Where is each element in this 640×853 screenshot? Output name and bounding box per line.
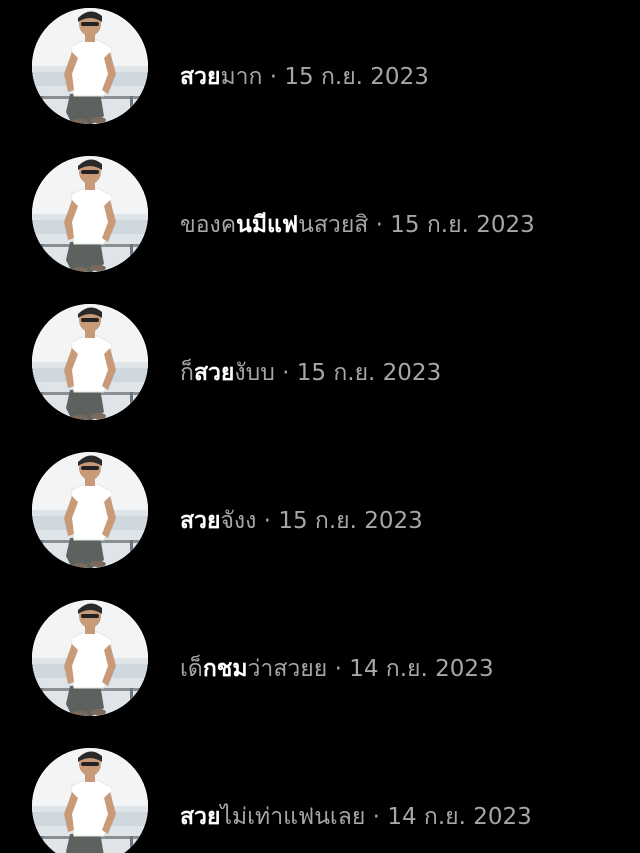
result-item[interactable]: สวยมาก · 15 ก.ย. 2023 xyxy=(0,0,640,148)
text-before-match: ก็ xyxy=(180,360,194,386)
result-date: 15 ก.ย. 2023 xyxy=(296,360,442,386)
text-after-match: งับบ xyxy=(234,360,275,386)
result-text: สวยจังง · 15 ก.ย. 2023 xyxy=(180,506,423,536)
separator-dot: · xyxy=(365,804,388,830)
text-before-match: ของค xyxy=(180,212,237,238)
avatar[interactable] xyxy=(32,748,148,853)
result-item[interactable]: สวยไม่เท่าแฟนเลย · 14 ก.ย. 2023 xyxy=(0,740,640,853)
profile-photo xyxy=(32,748,148,853)
result-date: 15 ก.ย. 2023 xyxy=(284,64,429,90)
profile-photo xyxy=(32,8,148,124)
matched-text: นมีแฟ xyxy=(236,212,299,238)
text-before-match: เด็ xyxy=(180,656,203,682)
result-date: 15 ก.ย. 2023 xyxy=(390,212,535,238)
result-text: ก็สวยงับบ · 15 ก.ย. 2023 xyxy=(180,358,441,388)
matched-text: สวย xyxy=(180,64,221,90)
avatar[interactable] xyxy=(32,156,148,272)
separator-dot: · xyxy=(262,64,285,90)
result-item[interactable]: เด็กชมว่าสวยย · 14 ก.ย. 2023 xyxy=(0,592,640,740)
text-after-match: จังง xyxy=(220,508,257,534)
avatar[interactable] xyxy=(32,600,148,716)
result-date: 14 ก.ย. 2023 xyxy=(387,804,532,830)
matched-text: สวย xyxy=(193,360,235,386)
profile-photo xyxy=(32,452,148,568)
profile-photo xyxy=(32,600,148,716)
text-after-match: ว่าสวยย xyxy=(247,656,328,682)
text-after-match: นสวยสิ xyxy=(298,212,369,238)
matched-text: กชม xyxy=(202,656,248,682)
profile-photo xyxy=(32,156,148,272)
result-text: สวยไม่เท่าแฟนเลย · 14 ก.ย. 2023 xyxy=(180,802,532,832)
result-text: สวยมาก · 15 ก.ย. 2023 xyxy=(180,62,429,92)
result-date: 15 ก.ย. 2023 xyxy=(278,508,423,534)
result-text: ของคนมีแฟนสวยสิ · 15 ก.ย. 2023 xyxy=(180,210,535,240)
separator-dot: · xyxy=(327,656,350,682)
separator-dot: · xyxy=(368,212,391,238)
profile-photo xyxy=(32,304,148,420)
result-text: เด็กชมว่าสวยย · 14 ก.ย. 2023 xyxy=(180,654,494,684)
separator-dot: · xyxy=(256,508,279,534)
result-item[interactable]: สวยจังง · 15 ก.ย. 2023 xyxy=(0,444,640,592)
separator-dot: · xyxy=(274,360,297,386)
result-item[interactable]: ก็สวยงับบ · 15 ก.ย. 2023 xyxy=(0,296,640,444)
avatar[interactable] xyxy=(32,304,148,420)
search-results-list: สวยมาก · 15 ก.ย. 2023 ของคนมีแฟนสวยสิ · … xyxy=(0,0,640,853)
result-date: 14 ก.ย. 2023 xyxy=(349,656,494,682)
text-after-match: ไม่เท่าแฟนเลย xyxy=(220,804,366,830)
matched-text: สวย xyxy=(180,804,221,830)
avatar[interactable] xyxy=(32,8,148,124)
result-item[interactable]: ของคนมีแฟนสวยสิ · 15 ก.ย. 2023 xyxy=(0,148,640,296)
text-after-match: มาก xyxy=(220,64,263,90)
matched-text: สวย xyxy=(180,508,221,534)
avatar[interactable] xyxy=(32,452,148,568)
